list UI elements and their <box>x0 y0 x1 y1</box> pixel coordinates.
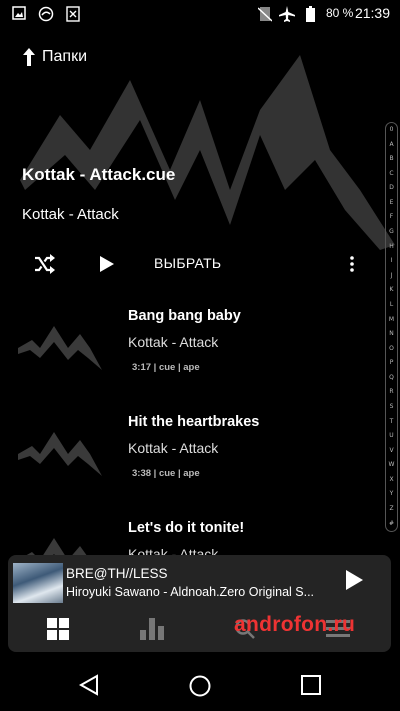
play-all-button[interactable] <box>94 250 120 278</box>
track-artist: Kottak - Attack <box>128 334 219 350</box>
track-meta: 3:38 | cue | ape <box>132 468 200 479</box>
alphabet-index-letter[interactable]: Y <box>390 491 394 497</box>
home-circle-icon <box>189 675 211 697</box>
alphabet-index-letter[interactable]: P <box>390 360 394 366</box>
alphabet-index-letter[interactable]: D <box>389 185 394 191</box>
album-controls: ВЫБРАТЬ <box>0 246 380 282</box>
alphabet-index-letter[interactable]: A <box>389 141 393 148</box>
tab-equalizer[interactable] <box>140 618 164 645</box>
track-title: Bang bang baby <box>128 308 241 324</box>
alphabet-index-letter[interactable]: F <box>390 214 393 220</box>
folder-up-button[interactable]: Папки <box>22 44 87 70</box>
alphabet-index-letter[interactable]: R <box>389 389 393 395</box>
select-button[interactable]: ВЫБРАТЬ <box>154 255 221 271</box>
play-icon <box>100 256 114 272</box>
alphabet-index-letter[interactable]: K <box>390 287 394 293</box>
alphabet-index-letter[interactable]: X <box>389 476 393 483</box>
file-x-icon <box>66 6 80 22</box>
clock: 21:39 <box>354 5 390 21</box>
track-title: Hit the heartbrakes <box>128 414 260 430</box>
track-artist: Kottak - Attack <box>128 440 219 456</box>
alphabet-index-scroller[interactable]: 0 A B C D E F G H I J K L M N O P Q R S T U V W X Y Z # <box>385 122 398 532</box>
track-item[interactable]: Hit the heartbrakes Kottak - Attack 3:38… <box>0 414 380 509</box>
no-sim-icon <box>258 7 272 22</box>
alphabet-index-letter[interactable]: V <box>389 447 393 454</box>
alphabet-index-letter[interactable]: N <box>389 331 394 337</box>
airplane-icon <box>279 6 295 22</box>
tab-library[interactable] <box>47 618 69 645</box>
watermark-text: androfon.ru <box>234 613 356 636</box>
alphabet-index-letter[interactable]: W <box>389 462 395 468</box>
image-icon <box>12 6 26 20</box>
album-title: Kottak - Attack.cue <box>22 165 176 184</box>
track-item[interactable]: Bang bang baby Kottak - Attack 3:17 | cu… <box>0 308 380 403</box>
alphabet-index-letter[interactable]: I <box>391 258 393 264</box>
track-title: Let's do it tonite! <box>128 520 245 536</box>
nav-home-button[interactable] <box>188 674 212 703</box>
alphabet-index-letter[interactable]: C <box>389 170 393 177</box>
more-vert-icon <box>350 256 354 272</box>
alphabet-index-letter[interactable]: T <box>390 418 394 425</box>
alphabet-index-letter[interactable]: S <box>390 403 394 410</box>
alphabet-index-letter[interactable]: 0 <box>390 127 394 133</box>
battery-icon <box>306 6 315 22</box>
battery-percent: 80 % <box>326 6 354 20</box>
bar-chart-icon <box>140 618 164 640</box>
more-options-button[interactable] <box>344 250 360 278</box>
alphabet-index-letter[interactable]: E <box>390 199 394 206</box>
alphabet-index-letter[interactable]: U <box>389 433 393 439</box>
sync-icon <box>38 6 54 22</box>
shuffle-icon <box>35 254 55 274</box>
folder-up-arrow-icon <box>23 48 35 66</box>
mini-player[interactable]: BRE@TH//LESS Hiroyuki Sawano - Aldnoah.Z… <box>8 555 391 652</box>
play-icon <box>346 570 363 590</box>
alphabet-index-letter[interactable]: Z <box>389 506 393 512</box>
now-playing-subtitle: Hiroyuki Sawano - Aldnoah.Zero Original … <box>66 585 315 599</box>
back-triangle-icon <box>78 674 98 696</box>
nav-recents-button[interactable] <box>300 674 322 701</box>
mini-play-button[interactable] <box>344 569 364 596</box>
track-thumbnail <box>18 432 102 476</box>
system-nav-bar <box>0 661 400 711</box>
recents-square-icon <box>301 675 321 695</box>
grid-icon <box>47 618 69 640</box>
alphabet-index-letter[interactable]: H <box>389 243 394 250</box>
shuffle-button[interactable] <box>30 250 58 278</box>
alphabet-index-letter[interactable]: G <box>389 229 394 235</box>
alphabet-index-letter[interactable]: L <box>390 301 393 308</box>
now-playing-cover <box>13 563 63 603</box>
alphabet-index-letter[interactable]: J <box>391 272 393 279</box>
alphabet-index-letter[interactable]: Q <box>389 374 394 381</box>
folder-nav-label: Папки <box>42 48 87 65</box>
status-bar: 80 % 21:39 <box>0 0 400 28</box>
now-playing-title: BRE@TH//LESS <box>66 566 168 581</box>
album-background-art <box>20 55 395 250</box>
alphabet-index-letter[interactable]: O <box>389 345 394 352</box>
alphabet-index-letter[interactable]: # <box>389 520 394 527</box>
album-artist: Kottak - Attack <box>22 206 119 223</box>
nav-back-button[interactable] <box>78 674 100 701</box>
track-meta: 3:17 | cue | ape <box>132 362 200 373</box>
alphabet-index-letter[interactable]: M <box>389 316 394 323</box>
alphabet-index-letter[interactable]: B <box>389 156 393 162</box>
track-thumbnail <box>18 326 102 370</box>
